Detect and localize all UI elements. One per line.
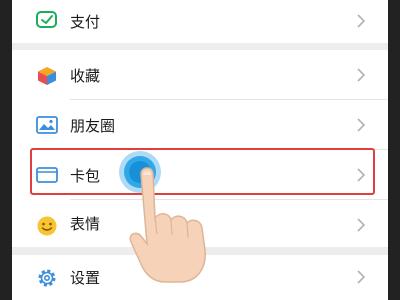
menu-item-label: 朋友圈 bbox=[70, 116, 116, 135]
menu-item-label: 支付 bbox=[70, 13, 101, 31]
pay-icon bbox=[36, 10, 58, 30]
moments-photo-icon bbox=[36, 115, 58, 135]
chevron-right-icon bbox=[356, 269, 366, 285]
group-pay: 支付 bbox=[12, 0, 388, 43]
smiley-icon bbox=[36, 215, 58, 236]
favorites-cube-icon bbox=[36, 65, 58, 85]
menu-item-label: 设置 bbox=[70, 269, 101, 287]
pointing-hand-icon bbox=[125, 160, 245, 285]
menu-item-moments[interactable]: 朋友圈 bbox=[12, 100, 388, 150]
chevron-right-icon bbox=[356, 67, 366, 83]
menu-item-label: 收藏 bbox=[70, 66, 101, 85]
phone-bezel-left bbox=[0, 0, 12, 300]
settings-gear-icon bbox=[36, 267, 58, 287]
chevron-right-icon bbox=[356, 117, 366, 133]
menu-item-label: 表情 bbox=[70, 215, 101, 233]
menu-item-pay[interactable]: 支付 bbox=[12, 0, 388, 43]
chevron-right-icon bbox=[356, 13, 366, 29]
chevron-right-icon bbox=[356, 217, 366, 233]
menu-item-favorites[interactable]: 收藏 bbox=[12, 50, 388, 100]
phone-bezel-right bbox=[388, 0, 400, 300]
